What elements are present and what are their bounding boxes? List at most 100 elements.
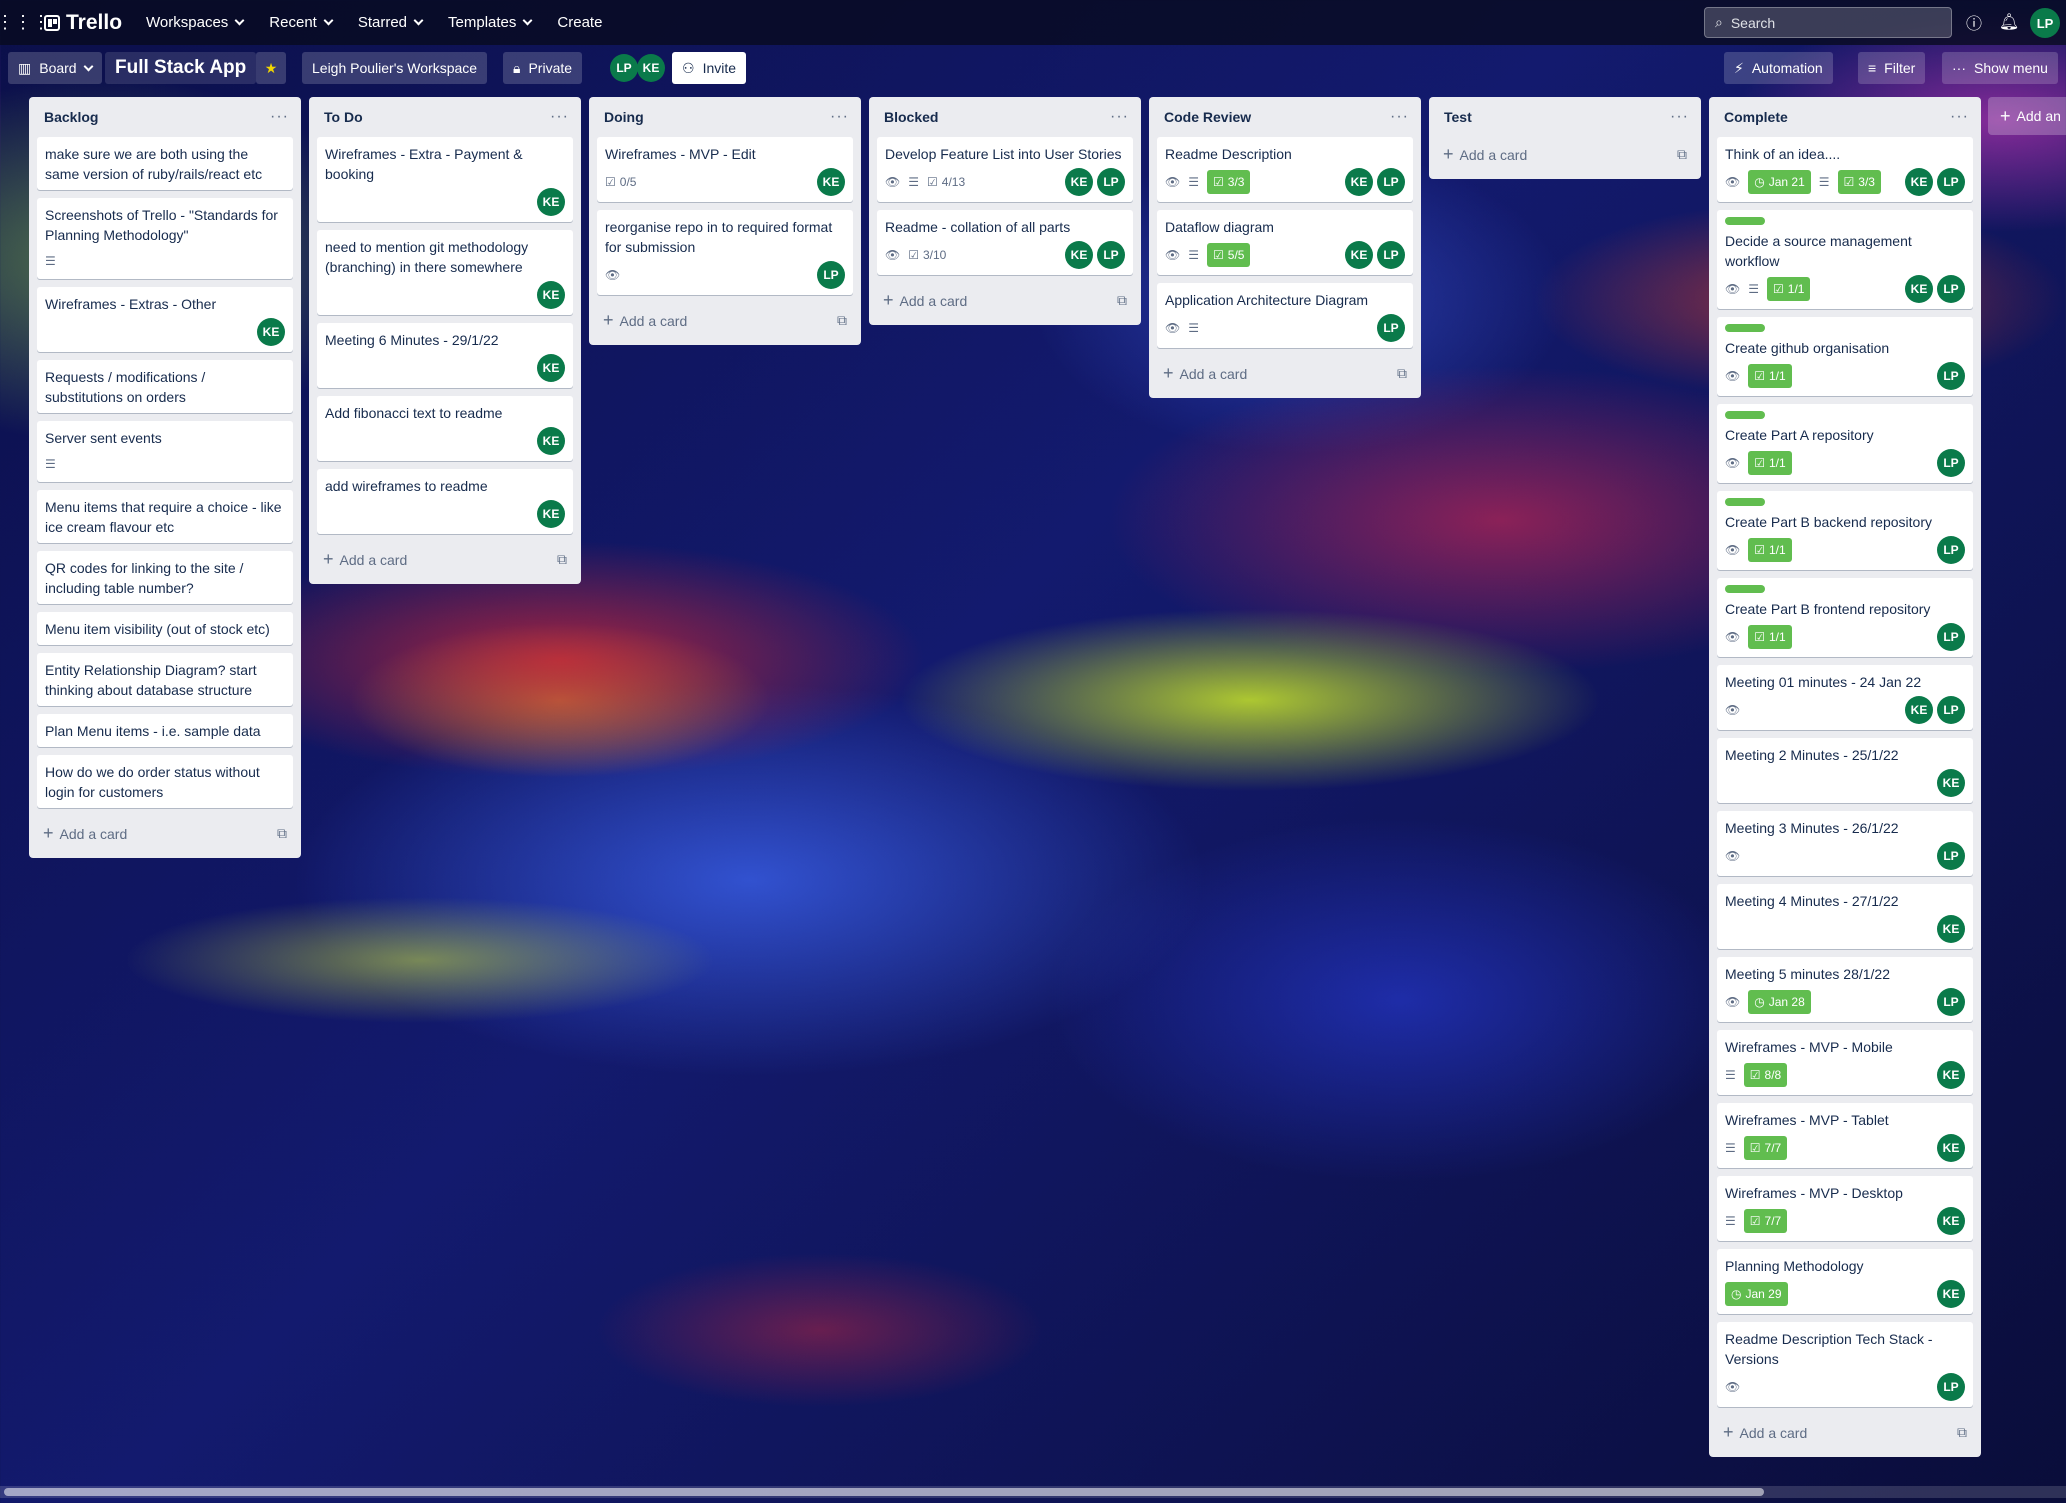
member-avatar[interactable]: KE bbox=[1905, 275, 1933, 303]
card[interactable]: make sure we are both using the same ver… bbox=[37, 137, 293, 190]
add-card-button[interactable]: + Add a card ⧉ bbox=[317, 542, 573, 576]
list-header[interactable]: To Do ··· bbox=[317, 97, 573, 137]
list-header[interactable]: Blocked ··· bbox=[877, 97, 1133, 137]
filter-button[interactable]: ≡ Filter bbox=[1858, 52, 1926, 84]
list-title[interactable]: Code Review bbox=[1164, 109, 1251, 125]
member-avatar[interactable]: LP bbox=[1937, 168, 1965, 196]
list-header[interactable]: Code Review ··· bbox=[1157, 97, 1413, 137]
member-avatar[interactable]: LP bbox=[1377, 241, 1405, 269]
card[interactable]: Create Part B backend repository 👁︎ ☑ 1/1 LP bbox=[1717, 491, 1973, 570]
card[interactable]: How do we do order status without login … bbox=[37, 755, 293, 808]
list-header[interactable]: Test ··· bbox=[1437, 97, 1693, 137]
card-label-green[interactable] bbox=[1725, 585, 1765, 593]
card[interactable]: Add fibonacci text to readme KE bbox=[317, 396, 573, 461]
card[interactable]: Menu item visibility (out of stock etc) bbox=[37, 612, 293, 645]
list-menu-icon[interactable]: ··· bbox=[1390, 108, 1409, 126]
card[interactable]: Application Architecture Diagram 👁︎ ☰ LP bbox=[1157, 283, 1413, 348]
member-avatar[interactable]: LP bbox=[1937, 449, 1965, 477]
add-card-button[interactable]: + Add a card ⧉ bbox=[37, 816, 293, 850]
member-avatar[interactable]: LP bbox=[1937, 275, 1965, 303]
board-member-avatar[interactable]: LP bbox=[610, 54, 638, 82]
app-switcher-icon[interactable]: ⋮⋮⋮ bbox=[0, 8, 50, 38]
create-from-template-icon[interactable]: ⧉ bbox=[277, 825, 287, 842]
card-label-green[interactable] bbox=[1725, 498, 1765, 506]
member-avatar[interactable]: KE bbox=[1345, 168, 1373, 196]
card[interactable]: reorganise repo in to required format fo… bbox=[597, 210, 853, 295]
card[interactable]: Dataflow diagram 👁︎ ☰ ☑ 5/5 KE LP bbox=[1157, 210, 1413, 275]
member-avatar[interactable]: LP bbox=[1937, 842, 1965, 870]
create-from-template-icon[interactable]: ⧉ bbox=[1957, 1424, 1967, 1441]
card[interactable]: QR codes for linking to the site / inclu… bbox=[37, 551, 293, 604]
visibility-button[interactable]: 🔒︎ Private bbox=[503, 52, 583, 84]
member-avatar[interactable]: KE bbox=[1905, 168, 1933, 196]
card[interactable]: Screenshots of Trello - "Standards for P… bbox=[37, 198, 293, 279]
member-avatar[interactable]: LP bbox=[1937, 536, 1965, 564]
scrollbar-thumb[interactable] bbox=[4, 1488, 1764, 1496]
member-avatar[interactable]: KE bbox=[257, 318, 285, 346]
card-label-green[interactable] bbox=[1725, 411, 1765, 419]
add-list-button[interactable]: + Add an bbox=[1988, 97, 2066, 135]
create-from-template-icon[interactable]: ⧉ bbox=[1117, 292, 1127, 309]
member-avatar[interactable]: KE bbox=[1937, 1280, 1965, 1308]
card[interactable]: Meeting 01 minutes - 24 Jan 22 👁︎ KE LP bbox=[1717, 665, 1973, 730]
card[interactable]: Readme Description 👁︎ ☰ ☑ 3/3 KE LP bbox=[1157, 137, 1413, 202]
search-input[interactable]: ⌕ Search bbox=[1704, 7, 1952, 38]
workspace-button[interactable]: Leigh Poulier's Workspace bbox=[302, 52, 488, 84]
board-title[interactable]: Full Stack App bbox=[105, 52, 257, 84]
add-card-button[interactable]: + Add a card ⧉ bbox=[1437, 137, 1693, 171]
show-menu-button[interactable]: ··· Show menu bbox=[1942, 52, 2058, 84]
nav-templates[interactable]: Templates bbox=[438, 8, 541, 37]
card[interactable]: Wireframes - MVP - Mobile ☰ ☑ 8/8 KE bbox=[1717, 1030, 1973, 1095]
list-menu-icon[interactable]: ··· bbox=[270, 108, 289, 126]
member-avatar[interactable]: LP bbox=[1937, 362, 1965, 390]
card[interactable]: Wireframes - Extras - Other KE bbox=[37, 287, 293, 352]
user-avatar[interactable]: LP bbox=[2030, 8, 2060, 38]
board-member-avatar[interactable]: KE bbox=[637, 54, 665, 82]
card[interactable]: need to mention git methodology (branchi… bbox=[317, 230, 573, 315]
list-menu-icon[interactable]: ··· bbox=[1670, 108, 1689, 126]
member-avatar[interactable]: KE bbox=[537, 427, 565, 455]
list-title[interactable]: To Do bbox=[324, 109, 363, 125]
card[interactable]: Wireframes - MVP - Edit ☑ 0/5 KE bbox=[597, 137, 853, 202]
add-card-button[interactable]: + Add a card ⧉ bbox=[1717, 1415, 1973, 1449]
card[interactable]: Plan Menu items - i.e. sample data bbox=[37, 714, 293, 747]
list-title[interactable]: Backlog bbox=[44, 109, 98, 125]
member-avatar[interactable]: KE bbox=[1065, 168, 1093, 196]
card-label-green[interactable] bbox=[1725, 217, 1765, 225]
card[interactable]: Meeting 2 Minutes - 25/1/22 KE bbox=[1717, 738, 1973, 803]
member-avatar[interactable]: KE bbox=[1937, 769, 1965, 797]
member-avatar[interactable]: KE bbox=[537, 188, 565, 216]
card[interactable]: Think of an idea.... 👁︎ ◷ Jan 21 ☰ ☑ 3/3 KE LP bbox=[1717, 137, 1973, 202]
card[interactable]: Meeting 3 Minutes - 26/1/22 👁︎ LP bbox=[1717, 811, 1973, 876]
list-title[interactable]: Blocked bbox=[884, 109, 938, 125]
add-card-button[interactable]: + Add a card ⧉ bbox=[877, 283, 1133, 317]
member-avatar[interactable]: KE bbox=[1065, 241, 1093, 269]
card[interactable]: Wireframes - Extra - Payment & booking KE bbox=[317, 137, 573, 222]
member-avatar[interactable]: KE bbox=[1937, 1207, 1965, 1235]
add-card-button[interactable]: + Add a card ⧉ bbox=[597, 303, 853, 337]
member-avatar[interactable]: LP bbox=[1377, 314, 1405, 342]
card[interactable]: Server sent events ☰ bbox=[37, 421, 293, 482]
create-from-template-icon[interactable]: ⧉ bbox=[837, 312, 847, 329]
member-avatar[interactable]: LP bbox=[817, 261, 845, 289]
card[interactable]: Develop Feature List into User Stories 👁︎… bbox=[877, 137, 1133, 202]
card-label-green[interactable] bbox=[1725, 324, 1765, 332]
create-from-template-icon[interactable]: ⧉ bbox=[557, 551, 567, 568]
card[interactable]: Requests / modifications / substitutions… bbox=[37, 360, 293, 413]
member-avatar[interactable]: LP bbox=[1937, 1373, 1965, 1401]
list-title[interactable]: Complete bbox=[1724, 109, 1788, 125]
member-avatar[interactable]: KE bbox=[1937, 1061, 1965, 1089]
list-menu-icon[interactable]: ··· bbox=[1110, 108, 1129, 126]
due-date-badge[interactable]: ◷ Jan 21 bbox=[1748, 170, 1811, 194]
card[interactable]: Create Part A repository 👁︎ ☑ 1/1 LP bbox=[1717, 404, 1973, 483]
list-title[interactable]: Test bbox=[1444, 109, 1472, 125]
member-avatar[interactable]: LP bbox=[1377, 168, 1405, 196]
member-avatar[interactable]: KE bbox=[1937, 1134, 1965, 1162]
create-button[interactable]: Create bbox=[547, 8, 612, 37]
card[interactable]: Meeting 5 minutes 28/1/22 👁︎ ◷ Jan 28 LP bbox=[1717, 957, 1973, 1022]
add-card-button[interactable]: + Add a card ⧉ bbox=[1157, 356, 1413, 390]
card[interactable]: Readme - collation of all parts 👁︎ ☑ 3/10 KE… bbox=[877, 210, 1133, 275]
list-title[interactable]: Doing bbox=[604, 109, 644, 125]
card[interactable]: Readme Description Tech Stack - Versions… bbox=[1717, 1322, 1973, 1407]
star-board-icon[interactable]: ★ bbox=[256, 52, 286, 84]
